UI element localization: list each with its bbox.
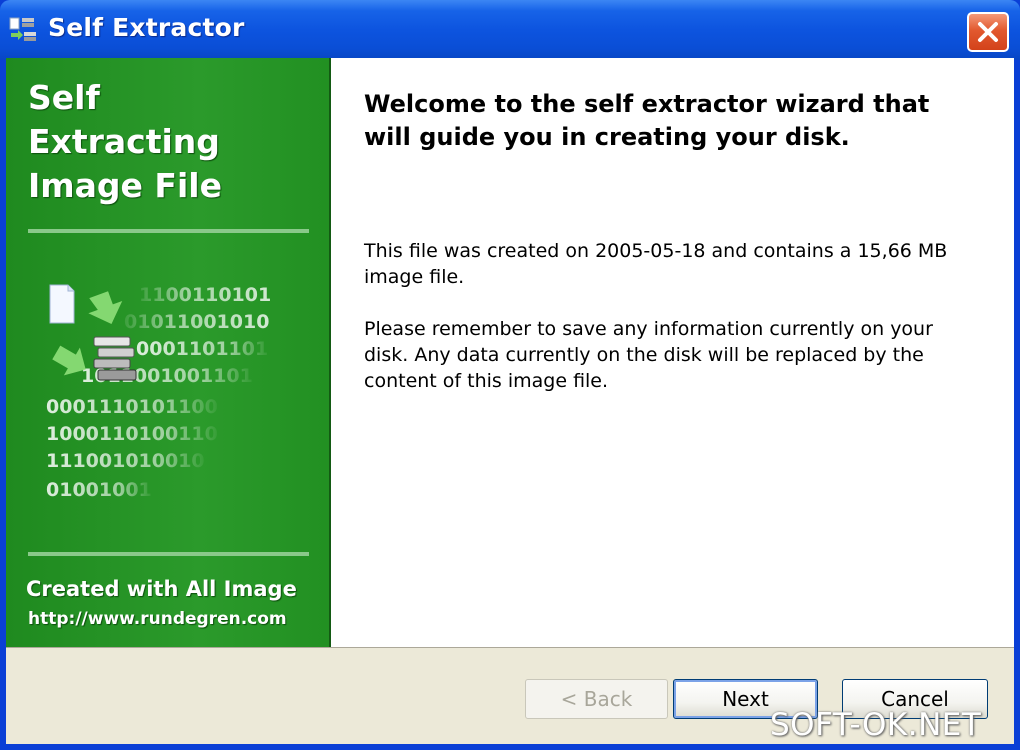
title-bar[interactable]: Self Extractor — [0, 0, 1020, 60]
warning-text: Please remember to save any information … — [364, 318, 933, 392]
binary-line: 1000110100110 — [46, 423, 218, 445]
close-button[interactable] — [967, 12, 1009, 52]
binary-line: 0001110101100 — [46, 396, 218, 418]
app-icon — [9, 17, 36, 41]
watermark: SOFT-OK.NET — [770, 707, 982, 743]
sidebar-title-line: Self — [28, 78, 100, 117]
binary-line: 0001101101 — [136, 338, 268, 360]
client-area: Self Extracting Image File 1100110101 01… — [6, 58, 1014, 744]
binary-line: 01001001 — [46, 479, 152, 501]
sidebar-divider-bottom — [28, 552, 309, 556]
binary-line: 1100110101 — [139, 284, 271, 306]
file-info-text: This file was created on 2005-05-18 and … — [364, 240, 948, 288]
sidebar-divider-top — [28, 229, 309, 233]
sidebar-title-line: Image File — [28, 166, 222, 205]
back-button[interactable]: < Back — [525, 679, 668, 719]
disk-stack-icon — [93, 336, 137, 381]
binary-line: 01011001010 — [124, 311, 269, 333]
sidebar-title: Self Extracting Image File — [28, 76, 318, 208]
welcome-heading: Welcome to the self extractor wizard tha… — [364, 90, 930, 151]
document-icon — [49, 284, 75, 324]
close-icon — [978, 22, 998, 42]
website-url: http://www.rundegren.com — [28, 609, 287, 629]
wizard-window: Self Extractor Self Extracting Image Fil… — [0, 0, 1020, 750]
window-title: Self Extractor — [48, 13, 245, 42]
binary-illustration: 1100110101 01011001010 0001101101 101100… — [46, 284, 271, 501]
created-with-label: Created with All Image — [26, 577, 297, 601]
binary-line: 111001010010 — [46, 450, 205, 472]
wizard-sidebar: Self Extracting Image File 1100110101 01… — [6, 58, 331, 647]
sidebar-title-line: Extracting — [28, 122, 220, 161]
